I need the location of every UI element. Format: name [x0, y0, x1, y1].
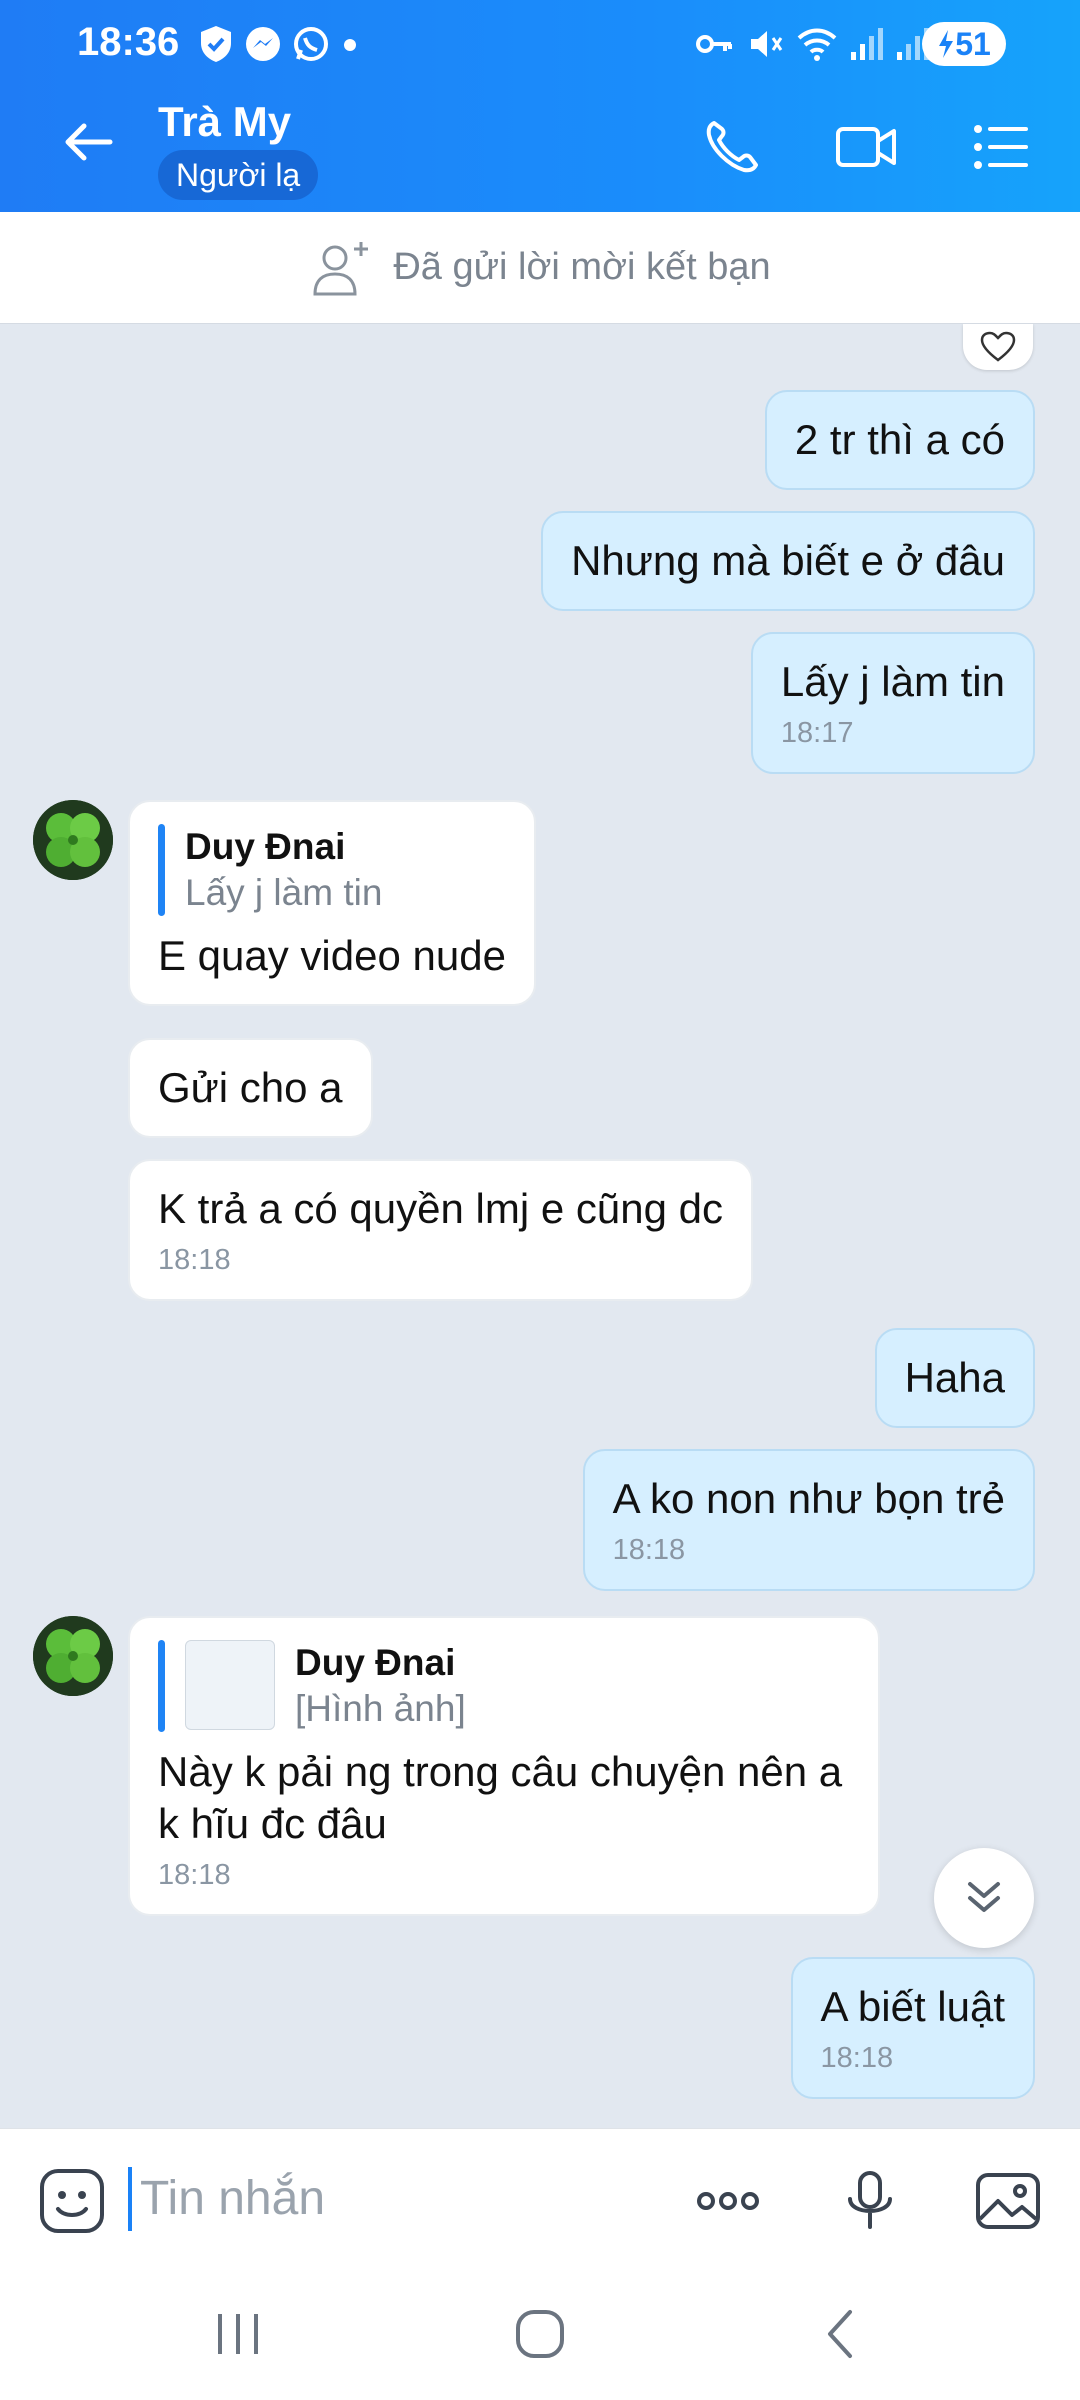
- signal-icon: [851, 28, 883, 60]
- contact-name[interactable]: Trà My: [158, 98, 291, 146]
- menu-list-icon[interactable]: [968, 115, 1032, 179]
- status-bar: 18:36 51: [0, 0, 1080, 90]
- quote-text: [Hình ảnh]: [295, 1688, 466, 1729]
- react-button[interactable]: [963, 324, 1033, 370]
- quote-author: Duy Đnai: [185, 826, 346, 867]
- message-bubble-outgoing[interactable]: 2 tr thì a có: [764, 390, 1035, 490]
- message-text: Haha: [904, 1354, 1005, 1401]
- message-time: 18:18: [612, 1534, 686, 1566]
- add-friend-icon: [313, 241, 369, 295]
- phone-icon[interactable]: [700, 115, 764, 179]
- scroll-to-bottom-button[interactable]: [934, 1848, 1034, 1948]
- shield-icon: [201, 26, 231, 62]
- message-text: A biết luật: [820, 1983, 1005, 2030]
- message-bubble-outgoing[interactable]: Nhưng mà biết e ở đâu: [541, 511, 1035, 611]
- reply-quote[interactable]: Duy Đnai [Hình ảnh]: [158, 1640, 850, 1732]
- notification-icons: [198, 24, 360, 64]
- message-list[interactable]: 2 tr thì a có Nhưng mà biết e ở đâu Lấy …: [0, 324, 1080, 2128]
- mute-icon: [751, 31, 783, 57]
- stranger-badge: Người lạ: [158, 150, 319, 200]
- sticker-emoji-icon[interactable]: [36, 2165, 108, 2237]
- heart-icon: [980, 331, 1016, 362]
- video-call-icon[interactable]: [834, 115, 898, 179]
- contact-avatar[interactable]: [33, 800, 113, 880]
- message-text: K trả a có quyền lmj e cũng dc: [158, 1185, 723, 1232]
- message-bubble-incoming[interactable]: K trả a có quyền lmj e cũng dc 18:18: [128, 1159, 753, 1301]
- message-bubble-incoming[interactable]: Duy Đnai [Hình ảnh] Này k pải ng trong c…: [128, 1616, 880, 1916]
- message-bubble-outgoing[interactable]: A biết luật 18:18: [790, 1957, 1035, 2099]
- message-text: Nhưng mà biết e ở đâu: [571, 537, 1005, 584]
- dot-icon: [344, 39, 356, 51]
- message-time: 18:18: [158, 1244, 231, 1276]
- battery-indicator: 51: [922, 22, 1006, 66]
- quote-image-thumbnail: [185, 1640, 275, 1730]
- chat-header: 18:36 51 Trà My Người lạ: [0, 0, 1080, 212]
- image-gallery-icon[interactable]: [972, 2165, 1044, 2237]
- back-nav-icon[interactable]: [812, 2304, 872, 2364]
- message-bubble-incoming[interactable]: Gửi cho a: [128, 1038, 373, 1138]
- message-input[interactable]: Tin nhắn: [128, 2167, 325, 2231]
- clover-avatar-icon: [33, 1616, 113, 1696]
- double-chevron-down-icon: [968, 1882, 1000, 1912]
- charging-icon: [939, 30, 954, 58]
- message-bubble-outgoing[interactable]: Lấy j làm tin 18:17: [750, 632, 1035, 774]
- voice-to-text-mic-icon[interactable]: [834, 2165, 906, 2237]
- contact-avatar[interactable]: [33, 1616, 113, 1696]
- message-bubble-incoming[interactable]: Duy Đnai Lấy j làm tin E quay video nude: [128, 800, 536, 1006]
- quote-bar: [158, 1640, 165, 1732]
- more-options-icon[interactable]: [692, 2165, 764, 2237]
- reply-quote[interactable]: Duy Đnai Lấy j làm tin: [158, 824, 506, 916]
- message-text: Gửi cho a: [158, 1064, 343, 1111]
- quote-bar: [158, 824, 165, 916]
- message-composer: Tin nhắn: [0, 2128, 1080, 2268]
- wifi-icon: [797, 28, 837, 61]
- clover-avatar-icon: [33, 800, 113, 880]
- recent-apps-icon[interactable]: [208, 2304, 268, 2364]
- message-time: 18:18: [820, 2042, 894, 2074]
- back-arrow-icon[interactable]: [58, 112, 118, 172]
- friend-request-bar: Đã gửi lời mời kết bạn: [0, 212, 1080, 324]
- system-navigation-bar: [0, 2268, 1080, 2400]
- quote-text: Lấy j làm tin: [185, 872, 383, 913]
- message-text: A ko non như bọn trẻ: [612, 1475, 1005, 1522]
- status-time: 18:36: [77, 20, 180, 64]
- message-time: 18:17: [780, 717, 854, 749]
- message-text: 2 tr thì a có: [794, 416, 1005, 463]
- message-time: 18:18: [158, 1859, 231, 1891]
- message-bubble-outgoing[interactable]: A ko non như bọn trẻ 18:18: [582, 1449, 1035, 1591]
- message-bubble-outgoing[interactable]: Haha: [874, 1328, 1035, 1428]
- message-text: E quay video nude: [158, 932, 506, 979]
- system-icons: [695, 24, 931, 64]
- battery-level: 51: [955, 25, 991, 62]
- quote-author: Duy Đnai: [295, 1642, 456, 1683]
- message-text: Lấy j làm tin: [780, 658, 1005, 705]
- friend-request-text: Đã gửi lời mời kết bạn: [393, 246, 771, 288]
- messenger-icon: [246, 27, 280, 61]
- whatsapp-icon: [294, 27, 328, 61]
- message-text: Này k pải ng trong câu chuyện nên a k hĩ…: [158, 1748, 843, 1847]
- home-icon[interactable]: [510, 2304, 570, 2364]
- vpn-key-icon: [696, 35, 732, 53]
